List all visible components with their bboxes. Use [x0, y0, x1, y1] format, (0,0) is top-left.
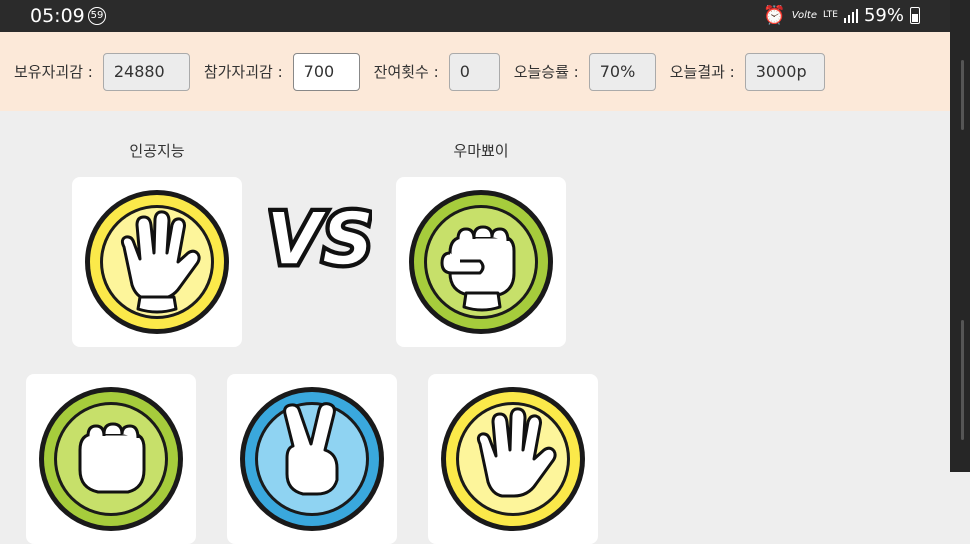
vs-graphic: VS VS [268, 198, 372, 276]
paper-icon [85, 190, 229, 334]
opponent-choice-card [72, 177, 242, 347]
rock-icon [409, 190, 553, 334]
holdings-field: 24880 [102, 52, 190, 91]
rock-icon [39, 387, 183, 531]
opponent-name: 인공지능 [129, 142, 185, 160]
status-time: 05:09 [30, 5, 85, 27]
volte-icon: Volte [791, 10, 818, 21]
winrate-field: 70% [588, 52, 656, 91]
paper-icon [441, 387, 585, 531]
scissors-choice-button[interactable] [227, 374, 397, 544]
signal-icon [843, 8, 858, 23]
paper-choice-button[interactable] [428, 374, 598, 544]
lte-icon: LTE [823, 10, 838, 20]
player-choice-card [396, 177, 566, 347]
screen-edge [950, 0, 970, 472]
remaining-label: 잔여횟수 : [373, 63, 439, 81]
bet-label: 참가자괴감 : [203, 63, 283, 81]
rock-choice-button[interactable] [26, 374, 196, 544]
edge-handle-top [961, 60, 964, 130]
winrate-label: 오늘승률 : [513, 63, 579, 81]
edge-handle-bottom [961, 320, 964, 440]
status-bar: 05:09 59 ⏰ Volte LTE 59% [0, 0, 950, 32]
player-name: 우마뾰이 [453, 142, 509, 160]
result-label: 오늘결과 : [669, 63, 735, 81]
battery-percent: 59% [863, 5, 904, 26]
result-field: 3000p [744, 52, 825, 91]
info-bar: 보유자괴감 : 24880 참가자괴감 : 700 잔여횟수 : 0 오늘승률 … [0, 32, 950, 111]
notification-count-icon: 59 [88, 7, 106, 25]
alarm-icon: ⏰ [763, 5, 786, 26]
vs-text-inner: VS [268, 198, 372, 276]
bet-input[interactable]: 700 [292, 52, 360, 91]
holdings-label: 보유자괴감 : [14, 63, 93, 81]
remaining-field: 0 [448, 52, 500, 91]
battery-icon [910, 7, 920, 24]
scissors-icon [240, 387, 384, 531]
